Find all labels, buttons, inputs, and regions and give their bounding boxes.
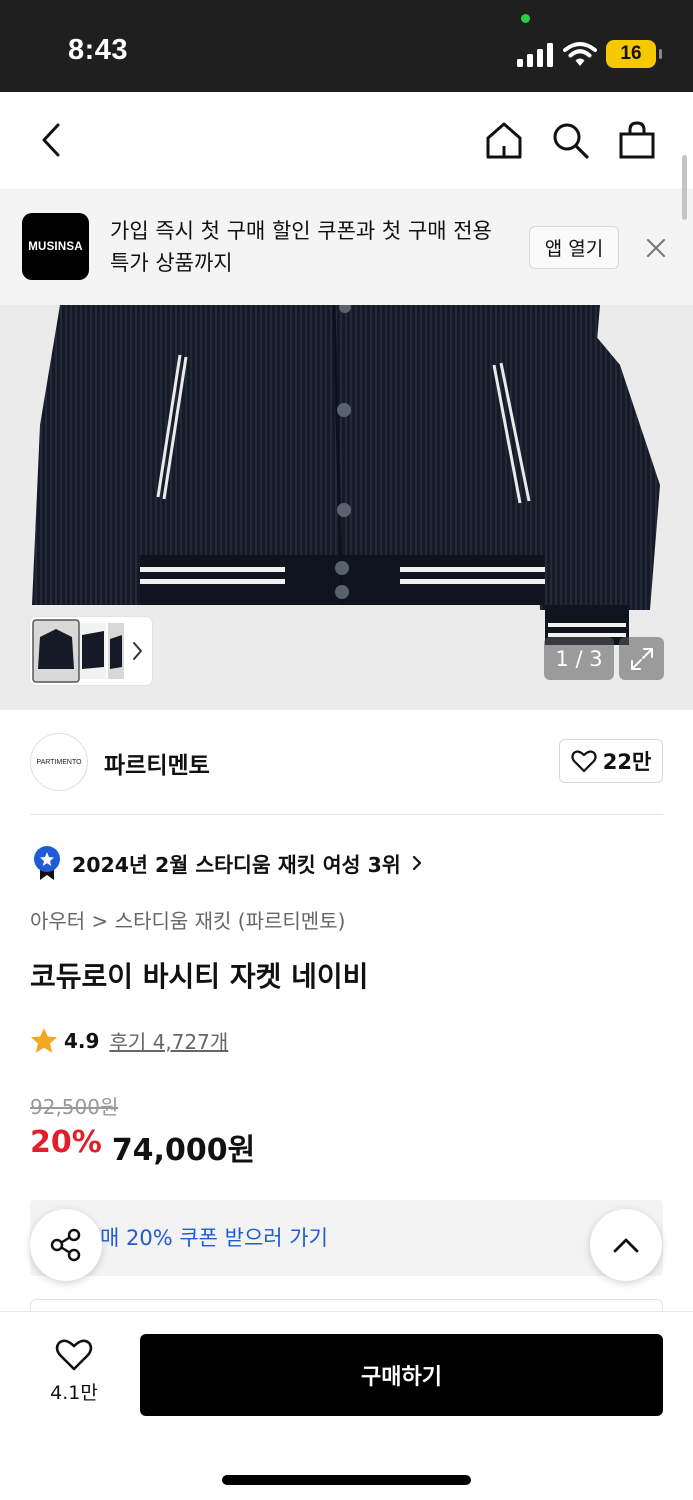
thumbnail-images [32, 619, 142, 683]
wishlist-count: 4.1만 [50, 1382, 98, 1404]
image-counter: 1 / 3 [544, 637, 614, 680]
share-icon [50, 1228, 81, 1262]
status-time: 8:43 [68, 34, 129, 66]
camera-indicator-dot [521, 14, 530, 23]
status-bar: 8:43 16 [0, 0, 693, 92]
heart-icon [55, 1339, 93, 1371]
bag-icon [619, 121, 655, 159]
star-icon [31, 1028, 57, 1053]
original-price: 92,500원 [30, 1095, 119, 1119]
rating-row: 4.9 후기 4,727개 [30, 1026, 228, 1055]
cart-button[interactable] [613, 116, 661, 164]
wishlist-button[interactable]: 4.1만 [40, 1338, 108, 1405]
share-button[interactable] [30, 1209, 102, 1281]
search-icon [553, 123, 589, 159]
home-button[interactable] [480, 116, 528, 164]
reviews-link[interactable]: 후기 4,727개 [109, 1026, 228, 1055]
musinsa-logo: MUSINSA [22, 213, 89, 280]
banner-message: 가입 즉시 첫 구매 할인 쿠폰과 첫 구매 전용 특가 상품까지 [110, 219, 492, 275]
cellular-signal-icon [517, 43, 553, 67]
battery-indicator: 16 [606, 40, 662, 68]
ranking-text: 2024년 2월 스타디움 재킷 여성 3위 [72, 853, 401, 877]
ranking-link[interactable]: 2024년 2월 스타디움 재킷 여성 3위 [32, 845, 423, 881]
scroll-top-button[interactable] [590, 1209, 662, 1281]
category-breadcrumb[interactable]: 아우터 > 스타디움 재킷 (파르티멘토) [30, 905, 345, 934]
chevron-right-icon [412, 855, 421, 871]
app-install-banner: MUSINSA 가입 즉시 첫 구매 할인 쿠폰과 첫 구매 전용 특가 상품까… [0, 190, 693, 305]
top-navigation [0, 92, 693, 190]
back-button[interactable] [28, 116, 76, 164]
buy-button[interactable]: 구매하기 [140, 1334, 663, 1416]
search-button[interactable] [546, 116, 594, 164]
rating-score: 4.9 [64, 1028, 100, 1053]
brand-like-count: 22만 [602, 750, 652, 774]
heart-icon [571, 750, 597, 773]
sale-price-row: 20% 74,000원 [30, 1125, 255, 1169]
brand-name[interactable]: 파르티멘토 [104, 746, 210, 780]
wifi-icon [563, 42, 597, 66]
expand-icon [630, 647, 653, 670]
brand-like-button[interactable]: 22만 [559, 739, 663, 783]
discount-rate: 20% [30, 1125, 102, 1160]
brand-logo[interactable]: PARTIMENTO [30, 733, 88, 791]
coupon-text: 매 20% 쿠폰 받으러 가기 [100, 1226, 328, 1250]
product-image-gallery[interactable]: 1 / 3 [0, 305, 693, 710]
coupon-banner[interactable]: 매 20% 쿠폰 받으러 가기 [30, 1200, 663, 1276]
sale-price: 74,000원 [111, 1133, 256, 1168]
close-banner-button[interactable] [640, 232, 672, 264]
chevron-up-icon [613, 1238, 639, 1253]
bottom-action-bar: 4.1만 구매하기 [0, 1311, 693, 1500]
thumbnail-strip[interactable] [30, 617, 152, 685]
rank-badge-icon [34, 846, 60, 880]
open-app-button[interactable]: 앱 열기 [529, 226, 619, 269]
product-title: 코듀로이 바시티 자켓 네이비 [30, 960, 369, 993]
back-icon [42, 123, 60, 157]
home-icon [486, 122, 522, 159]
scrollbar[interactable] [682, 155, 687, 220]
brand-row: PARTIMENTO 파르티멘토 22만 [30, 733, 663, 815]
close-icon [647, 239, 665, 257]
home-indicator [222, 1475, 471, 1485]
expand-image-button[interactable] [619, 637, 664, 680]
